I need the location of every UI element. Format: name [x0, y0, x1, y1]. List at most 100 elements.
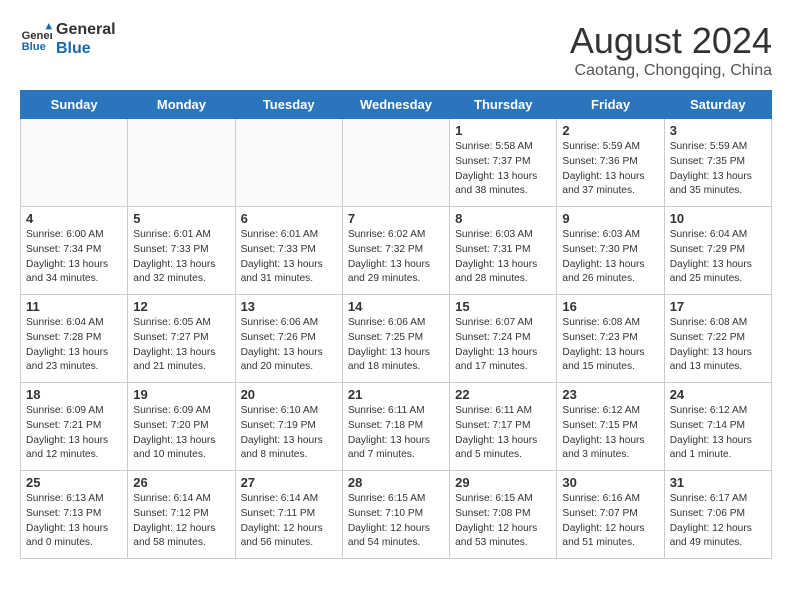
day-number: 4	[26, 211, 122, 226]
cell-content: Sunrise: 6:11 AMSunset: 7:17 PMDaylight:…	[455, 404, 551, 463]
day-number: 26	[133, 475, 229, 490]
day-header-monday: Monday	[128, 91, 235, 119]
cell-content: Sunrise: 6:10 AMSunset: 7:19 PMDaylight:…	[241, 404, 337, 463]
day-number: 18	[26, 387, 122, 402]
cell-content: Sunrise: 6:08 AMSunset: 7:23 PMDaylight:…	[562, 316, 658, 375]
cell-content: Sunrise: 6:01 AMSunset: 7:33 PMDaylight:…	[241, 228, 337, 287]
cell-content: Sunrise: 6:17 AMSunset: 7:06 PMDaylight:…	[670, 492, 766, 551]
day-number: 5	[133, 211, 229, 226]
title-area: August 2024 Caotang, Chongqing, China	[570, 20, 772, 80]
calendar-cell: 19 Sunrise: 6:09 AMSunset: 7:20 PMDayligh…	[128, 383, 235, 471]
calendar-cell	[21, 119, 128, 207]
day-header-wednesday: Wednesday	[342, 91, 449, 119]
cell-content: Sunrise: 6:14 AMSunset: 7:12 PMDaylight:…	[133, 492, 229, 551]
calendar-cell: 21 Sunrise: 6:11 AMSunset: 7:18 PMDayligh…	[342, 383, 449, 471]
calendar-cell: 5 Sunrise: 6:01 AMSunset: 7:33 PMDaylight…	[128, 207, 235, 295]
cell-content: Sunrise: 6:15 AMSunset: 7:10 PMDaylight:…	[348, 492, 444, 551]
day-number: 16	[562, 299, 658, 314]
cell-content: Sunrise: 6:07 AMSunset: 7:24 PMDaylight:…	[455, 316, 551, 375]
logo-line2: Blue	[56, 39, 116, 58]
svg-text:General: General	[22, 30, 52, 42]
cell-content: Sunrise: 6:03 AMSunset: 7:30 PMDaylight:…	[562, 228, 658, 287]
cell-content: Sunrise: 6:08 AMSunset: 7:22 PMDaylight:…	[670, 316, 766, 375]
calendar-cell: 18Sunrise: 6:09 AMSunset: 7:21 PMDayligh…	[21, 383, 128, 471]
day-number: 11	[26, 299, 122, 314]
day-number: 25	[26, 475, 122, 490]
main-title: August 2024	[570, 20, 772, 62]
cell-content: Sunrise: 5:59 AMSunset: 7:35 PMDaylight:…	[670, 140, 766, 199]
calendar-cell: 8 Sunrise: 6:03 AMSunset: 7:31 PMDaylight…	[450, 207, 557, 295]
calendar-table: SundayMondayTuesdayWednesdayThursdayFrid…	[20, 90, 772, 559]
calendar-cell: 17 Sunrise: 6:08 AMSunset: 7:22 PMDayligh…	[664, 295, 771, 383]
week-row-3: 18Sunrise: 6:09 AMSunset: 7:21 PMDayligh…	[21, 383, 772, 471]
day-number: 19	[133, 387, 229, 402]
day-number: 20	[241, 387, 337, 402]
calendar-cell: 10Sunrise: 6:04 AMSunset: 7:29 PMDayligh…	[664, 207, 771, 295]
cell-content: Sunrise: 6:04 AMSunset: 7:28 PMDaylight:…	[26, 316, 122, 375]
cell-content: Sunrise: 6:06 AMSunset: 7:26 PMDaylight:…	[241, 316, 337, 375]
calendar-cell: 26 Sunrise: 6:14 AMSunset: 7:12 PMDayligh…	[128, 471, 235, 559]
week-row-2: 11 Sunrise: 6:04 AMSunset: 7:28 PMDayligh…	[21, 295, 772, 383]
day-header-sunday: Sunday	[21, 91, 128, 119]
week-row-4: 25 Sunrise: 6:13 AMSunset: 7:13 PMDayligh…	[21, 471, 772, 559]
day-number: 14	[348, 299, 444, 314]
day-header-saturday: Saturday	[664, 91, 771, 119]
calendar-cell: 9 Sunrise: 6:03 AMSunset: 7:30 PMDaylight…	[557, 207, 664, 295]
week-row-1: 4Sunrise: 6:00 AMSunset: 7:34 PMDaylight…	[21, 207, 772, 295]
logo: General Blue General Blue	[20, 20, 116, 58]
calendar-cell: 13 Sunrise: 6:06 AMSunset: 7:26 PMDayligh…	[235, 295, 342, 383]
calendar-cell	[235, 119, 342, 207]
day-number: 23	[562, 387, 658, 402]
week-row-0: 1Sunrise: 5:58 AMSunset: 7:37 PMDaylight…	[21, 119, 772, 207]
svg-text:Blue: Blue	[22, 41, 46, 53]
day-number: 22	[455, 387, 551, 402]
calendar-cell: 24Sunrise: 6:12 AMSunset: 7:14 PMDayligh…	[664, 383, 771, 471]
day-number: 2	[562, 123, 658, 138]
logo-icon: General Blue	[20, 23, 52, 55]
calendar-cell: 28 Sunrise: 6:15 AMSunset: 7:10 PMDayligh…	[342, 471, 449, 559]
day-number: 28	[348, 475, 444, 490]
calendar-cell: 6 Sunrise: 6:01 AMSunset: 7:33 PMDaylight…	[235, 207, 342, 295]
calendar-cell	[342, 119, 449, 207]
calendar-cell: 31Sunrise: 6:17 AMSunset: 7:06 PMDayligh…	[664, 471, 771, 559]
cell-content: Sunrise: 6:12 AMSunset: 7:15 PMDaylight:…	[562, 404, 658, 463]
day-number: 10	[670, 211, 766, 226]
cell-content: Sunrise: 6:13 AMSunset: 7:13 PMDaylight:…	[26, 492, 122, 551]
calendar-cell: 29 Sunrise: 6:15 AMSunset: 7:08 PMDayligh…	[450, 471, 557, 559]
day-number: 8	[455, 211, 551, 226]
calendar-cell: 12 Sunrise: 6:05 AMSunset: 7:27 PMDayligh…	[128, 295, 235, 383]
cell-content: Sunrise: 6:06 AMSunset: 7:25 PMDaylight:…	[348, 316, 444, 375]
cell-content: Sunrise: 6:11 AMSunset: 7:18 PMDaylight:…	[348, 404, 444, 463]
day-number: 17	[670, 299, 766, 314]
calendar-cell: 4Sunrise: 6:00 AMSunset: 7:34 PMDaylight…	[21, 207, 128, 295]
cell-content: Sunrise: 6:16 AMSunset: 7:07 PMDaylight:…	[562, 492, 658, 551]
day-header-tuesday: Tuesday	[235, 91, 342, 119]
calendar-header-row: SundayMondayTuesdayWednesdayThursdayFrid…	[21, 91, 772, 119]
cell-content: Sunrise: 6:02 AMSunset: 7:32 PMDaylight:…	[348, 228, 444, 287]
calendar-cell: 15 Sunrise: 6:07 AMSunset: 7:24 PMDayligh…	[450, 295, 557, 383]
subtitle: Caotang, Chongqing, China	[570, 62, 772, 80]
day-number: 13	[241, 299, 337, 314]
cell-content: Sunrise: 5:59 AMSunset: 7:36 PMDaylight:…	[562, 140, 658, 199]
calendar-cell: 20 Sunrise: 6:10 AMSunset: 7:19 PMDayligh…	[235, 383, 342, 471]
calendar-cell: 16 Sunrise: 6:08 AMSunset: 7:23 PMDayligh…	[557, 295, 664, 383]
calendar-cell: 22 Sunrise: 6:11 AMSunset: 7:17 PMDayligh…	[450, 383, 557, 471]
cell-content: Sunrise: 6:09 AMSunset: 7:20 PMDaylight:…	[133, 404, 229, 463]
day-header-thursday: Thursday	[450, 91, 557, 119]
cell-content: Sunrise: 6:15 AMSunset: 7:08 PMDaylight:…	[455, 492, 551, 551]
day-number: 27	[241, 475, 337, 490]
calendar-cell: 7Sunrise: 6:02 AMSunset: 7:32 PMDaylight…	[342, 207, 449, 295]
cell-content: Sunrise: 6:01 AMSunset: 7:33 PMDaylight:…	[133, 228, 229, 287]
day-number: 15	[455, 299, 551, 314]
day-number: 12	[133, 299, 229, 314]
calendar-cell: 1Sunrise: 5:58 AMSunset: 7:37 PMDaylight…	[450, 119, 557, 207]
day-number: 29	[455, 475, 551, 490]
cell-content: Sunrise: 6:03 AMSunset: 7:31 PMDaylight:…	[455, 228, 551, 287]
calendar-cell: 27Sunrise: 6:14 AMSunset: 7:11 PMDayligh…	[235, 471, 342, 559]
cell-content: Sunrise: 6:05 AMSunset: 7:27 PMDaylight:…	[133, 316, 229, 375]
logo-line1: General	[56, 20, 116, 39]
day-number: 9	[562, 211, 658, 226]
day-number: 6	[241, 211, 337, 226]
day-number: 21	[348, 387, 444, 402]
cell-content: Sunrise: 6:12 AMSunset: 7:14 PMDaylight:…	[670, 404, 766, 463]
